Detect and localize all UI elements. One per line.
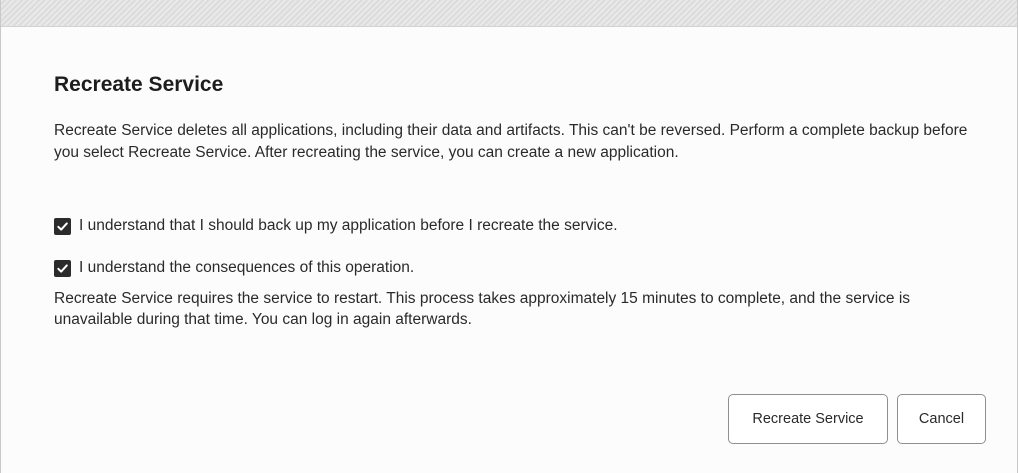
- recreate-service-dialog: Recreate Service Recreate Service delete…: [0, 0, 1018, 473]
- backup-acknowledgement-label: I understand that I should back up my ap…: [79, 217, 618, 234]
- cancel-button[interactable]: Cancel: [897, 394, 986, 444]
- dialog-description: Recreate Service deletes all application…: [54, 122, 968, 161]
- dialog-title: Recreate Service: [54, 73, 224, 96]
- consequences-acknowledgement-label: I understand the consequences of this op…: [79, 259, 415, 276]
- consequences-acknowledgement-option[interactable]: I understand the consequences of this op…: [54, 259, 414, 277]
- consequences-acknowledgement-checkbox[interactable]: [54, 259, 71, 277]
- restart-note: Recreate Service requires the service to…: [54, 290, 911, 328]
- backup-acknowledgement-option[interactable]: I understand that I should back up my ap…: [54, 217, 618, 235]
- recreate-service-button[interactable]: Recreate Service: [728, 394, 888, 444]
- checkmark-icon: [57, 221, 68, 231]
- backup-acknowledgement-checkbox[interactable]: [54, 217, 71, 235]
- checkmark-icon: [57, 263, 68, 273]
- dialog-header-strip: [1, 0, 1017, 27]
